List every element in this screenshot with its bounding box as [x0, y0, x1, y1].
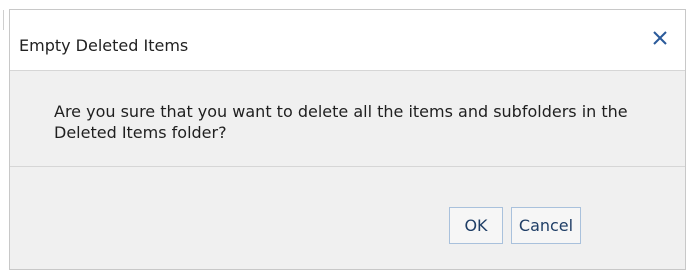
close-button[interactable] — [646, 24, 674, 52]
cancel-button[interactable]: Cancel — [511, 207, 581, 244]
dialog-title: Empty Deleted Items — [19, 36, 189, 55]
dialog-titlebar: Empty Deleted Items — [10, 10, 685, 70]
dialog-footer: OK Cancel — [10, 167, 685, 269]
page: Empty Deleted Items Are you sure that yo… — [0, 0, 692, 275]
close-icon — [653, 31, 667, 45]
confirmation-message: Are you sure that you want to delete all… — [54, 102, 628, 142]
ok-button[interactable]: OK — [449, 207, 503, 244]
background-window-edge — [0, 10, 4, 30]
dialog-body: Are you sure that you want to delete all… — [10, 70, 685, 167]
empty-deleted-items-dialog: Empty Deleted Items Are you sure that yo… — [9, 9, 686, 270]
